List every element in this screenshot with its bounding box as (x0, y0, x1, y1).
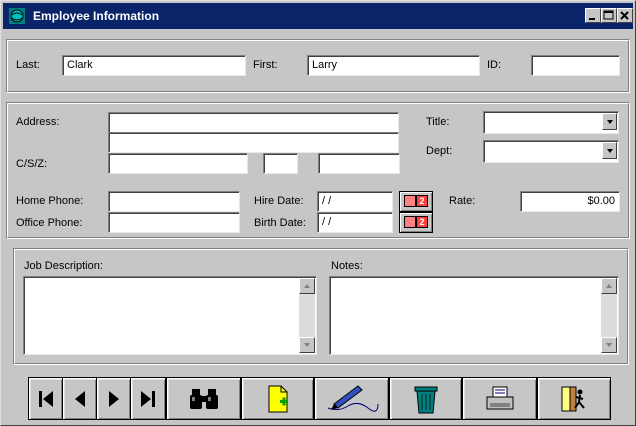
notes-textarea[interactable] (329, 276, 619, 355)
app-globe-icon (9, 8, 25, 24)
last-name-input[interactable]: Clark (62, 55, 246, 76)
next-record-icon (108, 390, 119, 407)
hire-date-label: Hire Date: (254, 195, 304, 207)
last-record-icon (141, 390, 155, 407)
printer-icon (486, 386, 513, 409)
home-phone-input[interactable] (108, 191, 240, 212)
new-document-icon (268, 385, 288, 412)
binoculars-icon (189, 388, 218, 409)
title-label: Title: (426, 116, 450, 128)
job-description-scrollbar[interactable] (299, 278, 315, 353)
exit-button[interactable] (537, 377, 611, 420)
hire-date-calendar-button[interactable]: 2 (399, 191, 433, 212)
hire-date-input[interactable]: / / (317, 191, 393, 212)
home-phone-label: Home Phone: (16, 195, 84, 207)
city-input[interactable] (108, 153, 248, 174)
id-label: ID: (487, 59, 502, 71)
scroll-down-arrow-icon[interactable] (601, 337, 617, 353)
scroll-up-arrow-icon[interactable] (299, 278, 315, 294)
office-phone-input[interactable] (108, 212, 240, 233)
employee-information-window: Employee Information Last: Clark First: … (0, 0, 636, 426)
birth-date-input[interactable]: / / (317, 212, 393, 233)
edit-button[interactable] (314, 377, 389, 420)
first-name-label: First: (253, 59, 278, 71)
title-dropdown-arrow-icon[interactable] (602, 113, 617, 130)
exit-door-icon (561, 386, 585, 411)
state-input[interactable] (263, 153, 298, 174)
last-record-button[interactable] (130, 377, 166, 420)
previous-record-button[interactable] (62, 377, 97, 420)
dept-dropdown-arrow-icon[interactable] (602, 142, 617, 159)
minimize-button[interactable] (585, 8, 601, 23)
dept-label: Dept: (426, 145, 453, 157)
scroll-up-arrow-icon[interactable] (601, 278, 617, 294)
previous-record-icon (74, 390, 85, 407)
notes-label: Notes: (331, 260, 363, 272)
rate-input[interactable]: $0.00 (520, 191, 620, 212)
calendar-icon (404, 195, 416, 207)
job-description-textarea[interactable] (23, 276, 317, 355)
address-line1-input[interactable] (108, 112, 399, 133)
window-title: Employee Information (33, 9, 160, 23)
close-icon (620, 11, 629, 20)
delete-button[interactable] (389, 377, 462, 420)
minimize-icon (589, 18, 595, 20)
office-phone-label: Office Phone: (16, 217, 83, 229)
scroll-down-arrow-icon[interactable] (299, 337, 315, 353)
first-name-input[interactable]: Larry (307, 55, 480, 76)
zip-input[interactable] (318, 153, 400, 174)
notes-scrollbar[interactable] (601, 278, 617, 353)
birth-date-label: Birth Date: (254, 217, 306, 229)
csz-label: C/S/Z: (16, 158, 48, 170)
title-bar[interactable]: Employee Information (3, 3, 633, 29)
trash-can-icon (414, 386, 437, 413)
first-record-icon (38, 390, 53, 407)
address-line2-input[interactable] (108, 132, 399, 153)
pen-signature-icon (327, 384, 378, 412)
new-record-button[interactable] (241, 377, 314, 420)
close-button[interactable] (617, 8, 633, 23)
maximize-icon (603, 10, 614, 20)
job-description-label: Job Description: (24, 260, 103, 272)
id-input[interactable] (531, 55, 620, 76)
print-button[interactable] (462, 377, 537, 420)
maximize-button[interactable] (601, 8, 617, 23)
last-name-label: Last: (16, 59, 40, 71)
title-combo[interactable] (483, 111, 619, 134)
first-record-button[interactable] (28, 377, 63, 420)
dept-combo[interactable] (483, 140, 619, 163)
find-button[interactable] (166, 377, 241, 420)
calendar-icon (404, 216, 416, 228)
next-record-button[interactable] (96, 377, 131, 420)
address-label: Address: (16, 116, 60, 128)
birth-date-calendar-button[interactable]: 2 (399, 212, 433, 233)
rate-label: Rate: (449, 195, 476, 207)
